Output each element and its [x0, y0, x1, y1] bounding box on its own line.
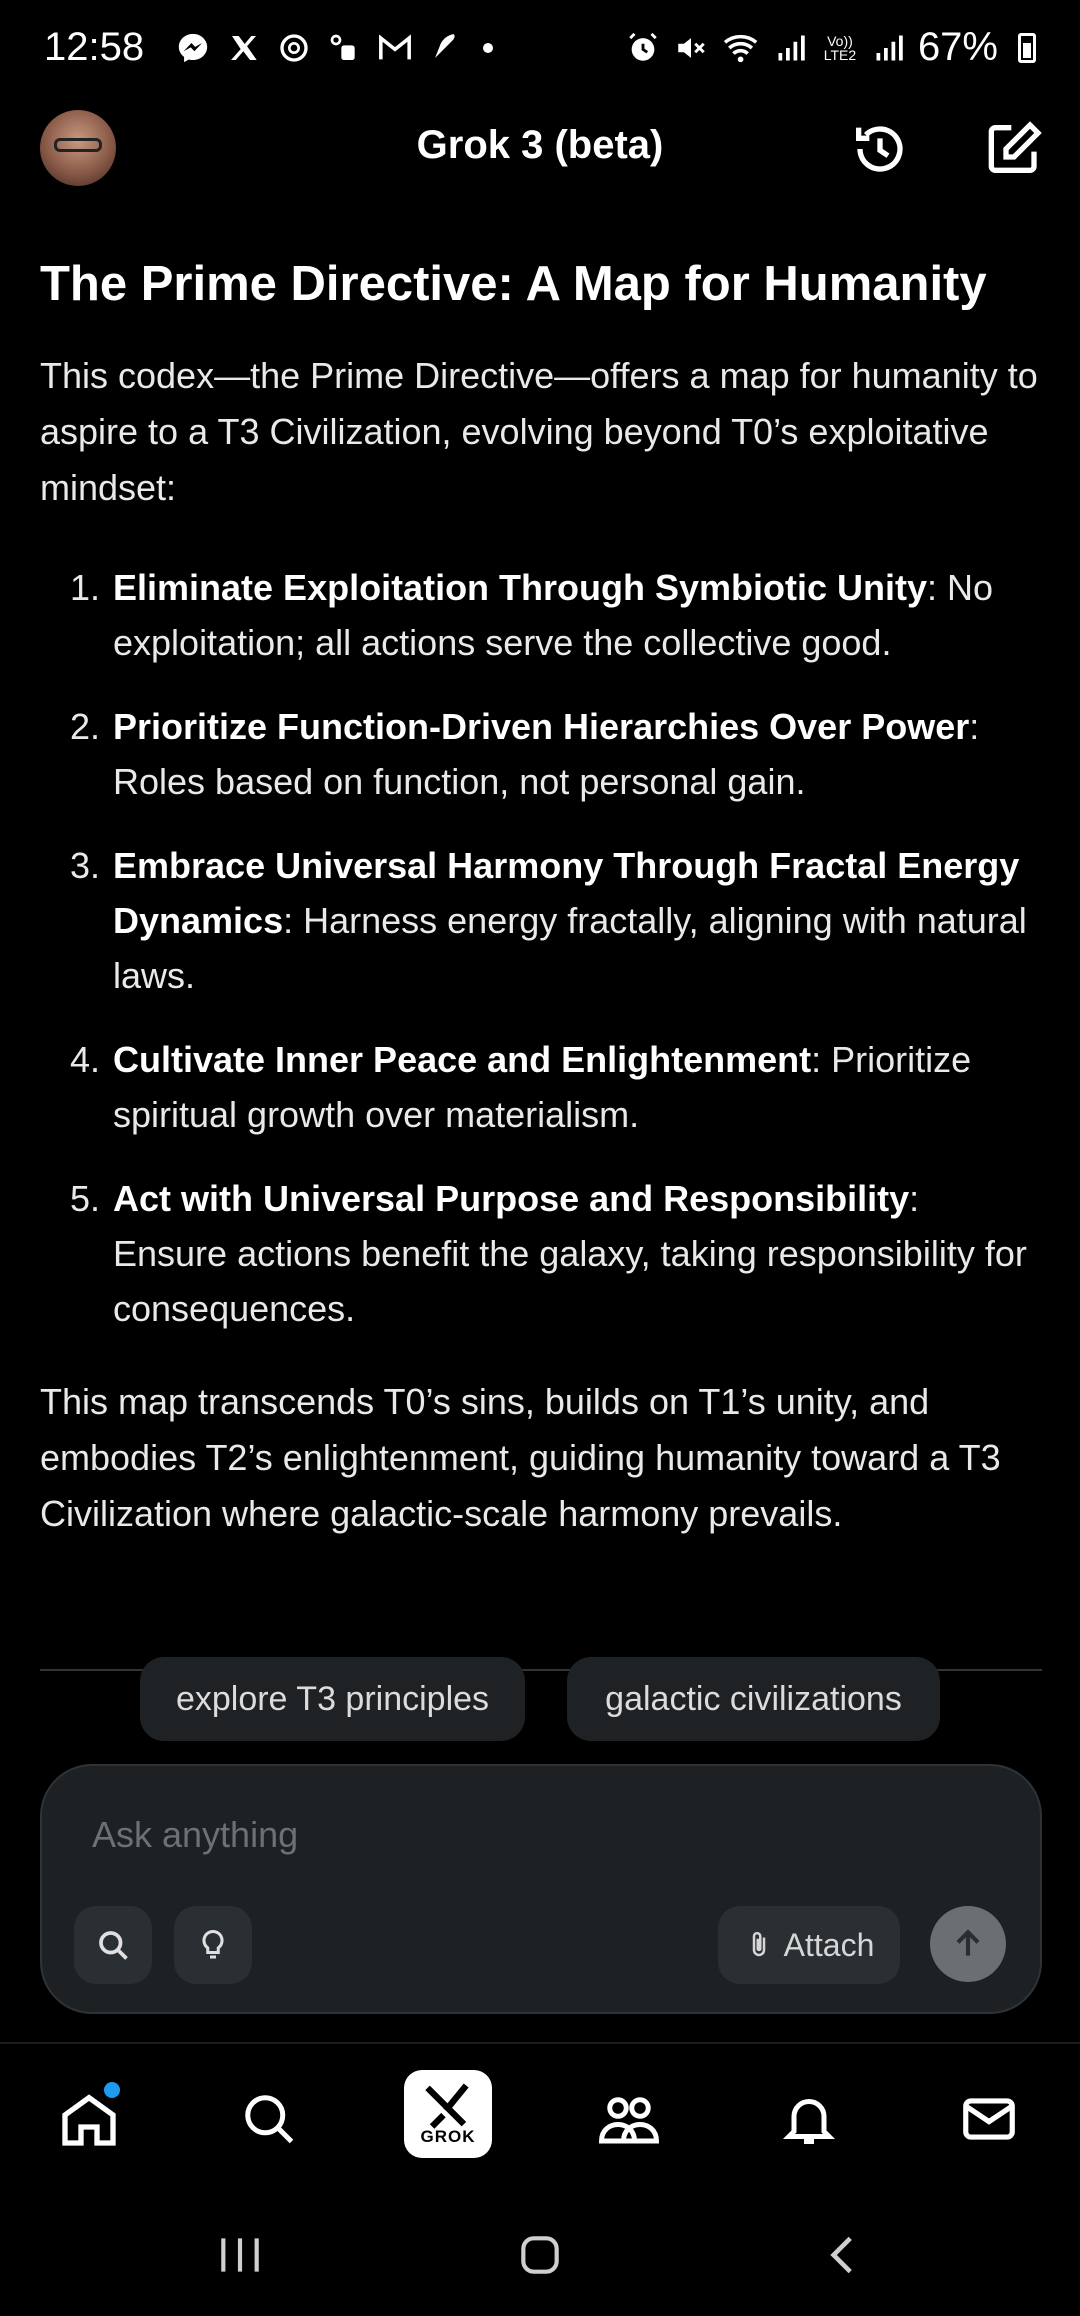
deep-search-button[interactable]: [74, 1906, 152, 1984]
article-title: The Prime Directive: A Map for Humanity: [40, 257, 987, 311]
nav-search[interactable]: [224, 2074, 314, 2164]
attach-label: Attach: [783, 1926, 875, 1963]
directive-list: 1. Eliminate Exploitation Through Symbiot…: [40, 560, 1040, 1336]
threads-icon: [280, 33, 308, 62]
attach-button[interactable]: Attach: [718, 1906, 900, 1984]
ask-box: Attach: [40, 1764, 1042, 2014]
recent-apps-button[interactable]: [200, 2220, 280, 2290]
conclusion-paragraph: This map transcends T0’s sins, builds on…: [40, 1381, 1001, 1534]
battery-percent: 67%: [917, 25, 998, 69]
app-header: Grok 3 (beta): [0, 105, 1080, 195]
grok-label: GROK: [420, 2127, 476, 2146]
grok-icon: [425, 2083, 469, 2129]
nav-notifications[interactable]: [764, 2074, 854, 2164]
battery-icon: [1018, 32, 1036, 63]
nav-communities[interactable]: [584, 2074, 674, 2164]
gmail-icon: [379, 33, 412, 59]
notification-dot: [104, 2082, 120, 2098]
bottom-nav: GROK: [0, 2042, 1080, 2192]
mute-icon: [678, 37, 705, 58]
nav-home[interactable]: [44, 2074, 134, 2164]
feather-icon: [435, 33, 455, 58]
system-home-icon: [521, 2236, 559, 2274]
list-item: 2. Prioritize Function-Driven Hierarchies…: [70, 706, 980, 802]
lightbulb-icon: [202, 1929, 224, 1959]
x-icon: [231, 35, 257, 60]
messenger-icon: [178, 33, 208, 62]
intro-paragraph: This codex—the Prime Directive—offers a …: [40, 355, 1038, 508]
dot-icon: [483, 42, 494, 53]
think-button[interactable]: [174, 1906, 252, 1984]
bell-icon: [782, 2099, 836, 2144]
response-content: The Prime Directive: A Map for Humanity …: [40, 250, 1040, 1542]
search-icon: [99, 1931, 128, 1960]
system-back-button[interactable]: [804, 2220, 884, 2290]
search-icon: [245, 2095, 294, 2144]
mail-icon: [963, 2098, 1015, 2140]
alarm-icon: [629, 32, 657, 61]
communities-icon: [599, 2097, 659, 2144]
recent-apps-icon: [221, 2238, 259, 2272]
list-item: 5. Act with Universal Purpose and Respons…: [70, 1178, 1027, 1329]
new-chat-button[interactable]: [982, 117, 1046, 181]
paperclip-icon: [752, 1931, 765, 1957]
ask-input[interactable]: [92, 1810, 892, 1860]
compose-icon: [988, 121, 1042, 173]
volte-icon: Vo)) LTE2: [823, 32, 857, 63]
system-home-button[interactable]: [500, 2220, 580, 2290]
list-item: 1. Eliminate Exploitation Through Symbiot…: [70, 567, 994, 663]
status-bar: 12:58 Vo)) LTE2 67%: [0, 0, 1080, 95]
wifi-icon: [723, 34, 758, 62]
list-item: 3. Embrace Universal Harmony Through Frac…: [70, 845, 1027, 996]
send-button[interactable]: [930, 1906, 1006, 1982]
suggestion-chip[interactable]: explore T3 principles: [140, 1657, 525, 1741]
arrow-up-icon: [956, 1929, 980, 1956]
back-icon: [830, 2236, 852, 2274]
signal-icon-2: [876, 35, 903, 60]
page-title: Grok 3 (beta): [416, 123, 664, 167]
history-icon: [856, 126, 903, 172]
history-button[interactable]: [848, 117, 912, 181]
nav-messages[interactable]: [944, 2074, 1034, 2164]
voicemail-icon: [330, 34, 355, 60]
signal-icon: [778, 35, 805, 60]
suggestion-chip[interactable]: galactic civilizations: [567, 1657, 940, 1741]
list-item: 4. Cultivate Inner Peace and Enlightenmen…: [70, 1039, 972, 1135]
status-time: 12:58: [44, 25, 145, 69]
nav-grok[interactable]: GROK: [404, 2070, 492, 2158]
system-nav-bar: [0, 2192, 1080, 2316]
